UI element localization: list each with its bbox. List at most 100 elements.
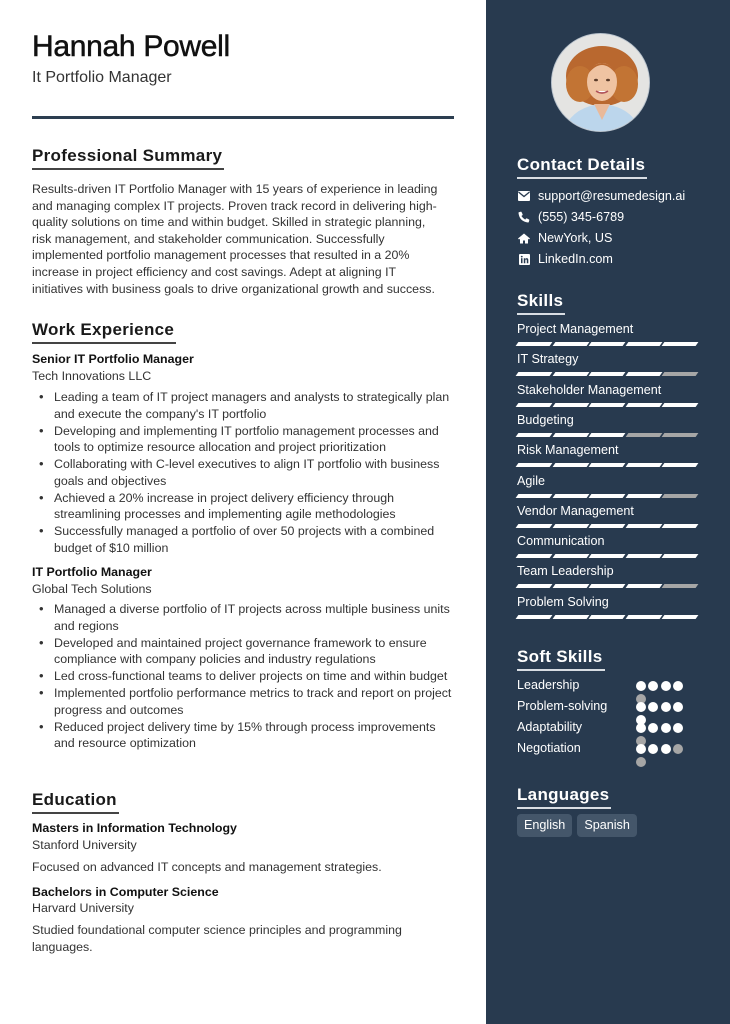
language-chip: English [517, 814, 573, 837]
skill-name: Agile [517, 473, 546, 488]
job-title: Senior IT Portfolio Manager [32, 352, 194, 366]
skill-segment-filled [552, 554, 589, 559]
contact-email[interactable]: support@resumedesign.ai [517, 189, 685, 203]
soft-skill-dot-filled [660, 702, 671, 712]
skill-segment-filled [552, 372, 589, 377]
soft-skill-dot-filled [660, 744, 671, 754]
profile-photo-illustration [552, 34, 649, 131]
skill-name: Team Leadership [517, 564, 614, 579]
envelope-icon [517, 189, 531, 203]
soft-skill-dot-filled [636, 744, 646, 754]
degree-description: Focused on advanced IT concepts and mana… [32, 860, 382, 874]
summary-line: implemented portfolio management process… [32, 248, 410, 263]
school-name: Harvard University [32, 901, 134, 915]
skill-segment-filled [552, 493, 589, 498]
skill-segment-filled [515, 614, 552, 619]
skill-name: Risk Management [517, 443, 619, 458]
soft-skill-name: Problem-solving [517, 699, 608, 713]
skill-segment-filled [625, 523, 662, 528]
soft-skill-name: Leadership [517, 678, 580, 692]
skill-segment-filled [515, 523, 552, 528]
school-name: Stanford University [32, 838, 137, 852]
skill-level-bar [515, 432, 699, 438]
skill-segment-filled [552, 463, 589, 468]
skill-segment-filled [588, 554, 626, 559]
linkedin-icon [517, 252, 531, 266]
job-bullet: Developing and implementing IT portfolio… [39, 423, 456, 456]
skill-segment-filled [552, 432, 589, 437]
candidate-title: It Portfolio Manager [32, 69, 172, 86]
job-bullets: Managed a diverse portfolio of IT projec… [39, 601, 456, 752]
skill-segment-filled [588, 342, 626, 346]
skill-segment-filled [515, 402, 552, 407]
summary-line: and managing complex IT projects. Proven… [32, 198, 437, 213]
job-bullet: Achieved a 20% increase in project deliv… [39, 490, 456, 523]
skill-level-bar [515, 462, 699, 468]
profile-photo [551, 33, 650, 132]
languages-heading: Languages [517, 785, 612, 809]
languages-list: English Spanish [517, 814, 637, 837]
contact-email-text: support@resumedesign.ai [538, 189, 686, 203]
skill-segment-filled [625, 463, 662, 468]
contact-phone[interactable]: (555) 345-6789 [517, 210, 624, 224]
skill-segment-empty [661, 372, 699, 377]
job-bullet: Leading a team of IT project managers an… [39, 389, 456, 422]
skill-level-bar [515, 583, 699, 589]
skill-segment-empty [661, 432, 699, 437]
skill-segment-filled [552, 614, 589, 619]
skill-level-bar [515, 341, 699, 347]
phone-icon [517, 210, 531, 224]
skills-heading: Skills [517, 291, 566, 315]
skill-segment-filled [588, 614, 626, 619]
skill-level-bar [515, 553, 699, 559]
contact-heading: Contact Details [517, 155, 648, 179]
skill-segment-filled [588, 402, 626, 407]
soft-skill-dot-filled [660, 723, 671, 733]
job-bullet: Collaborating with C-level executives to… [39, 456, 456, 489]
skill-segment-filled [661, 402, 699, 407]
skill-segment-filled [515, 432, 552, 437]
soft-skill-dot-filled [660, 681, 671, 691]
job-title: IT Portfolio Manager [32, 565, 152, 579]
skill-segment-filled [625, 402, 662, 407]
skill-segment-filled [552, 584, 589, 589]
summary-line: quality solutions on time and within bud… [32, 215, 426, 230]
job-company: Tech Innovations LLC [32, 369, 152, 383]
skill-segment-filled [588, 372, 626, 377]
skill-segment-empty [661, 584, 699, 589]
skill-name: Stakeholder Management [517, 382, 662, 397]
skill-segment-filled [515, 554, 552, 559]
soft-skill-dot-empty [636, 757, 646, 767]
header-divider [32, 116, 454, 119]
skill-segment-filled [515, 584, 552, 589]
home-icon [517, 231, 531, 245]
contact-linkedin[interactable]: LinkedIn.com [517, 252, 613, 266]
skill-segment-filled [588, 523, 626, 528]
skill-segment-filled [515, 493, 552, 498]
skill-segment-filled [625, 342, 662, 346]
job-bullet: Led cross-functional teams to deliver pr… [39, 668, 456, 685]
job-bullet: Successfully managed a portfolio of over… [39, 523, 456, 556]
skill-name: Project Management [517, 322, 634, 336]
skill-level-bar [515, 402, 699, 408]
skill-segment-filled [552, 342, 589, 346]
job-bullet: Reduced project delivery time by 15% thr… [39, 719, 456, 752]
summary-line: initiatives with business goals to drive… [32, 281, 435, 296]
skill-segment-filled [552, 523, 589, 528]
skill-segment-filled [625, 614, 662, 619]
skill-name: Budgeting [517, 412, 574, 427]
skill-name: IT Strategy [517, 352, 579, 367]
soft-skill-dot-filled [636, 702, 646, 712]
skill-segment-filled [588, 584, 626, 589]
language-chip: Spanish [577, 814, 637, 837]
job-bullet: Implemented portfolio performance metric… [39, 685, 456, 718]
soft-skill-name: Adaptability [517, 720, 583, 734]
contact-location-text: NewYork, US [538, 231, 613, 245]
job-bullet: Managed a diverse portfolio of IT projec… [39, 601, 456, 634]
summary-text: Results-driven IT Portfolio Manager with… [32, 181, 456, 297]
skill-segment-empty [625, 432, 662, 437]
soft-skill-dot-filled [636, 723, 646, 733]
summary-line: increase in project efficiency and cost … [32, 264, 397, 279]
job-bullet: Developed and maintained project governa… [39, 635, 456, 668]
skill-segment-filled [625, 372, 662, 377]
